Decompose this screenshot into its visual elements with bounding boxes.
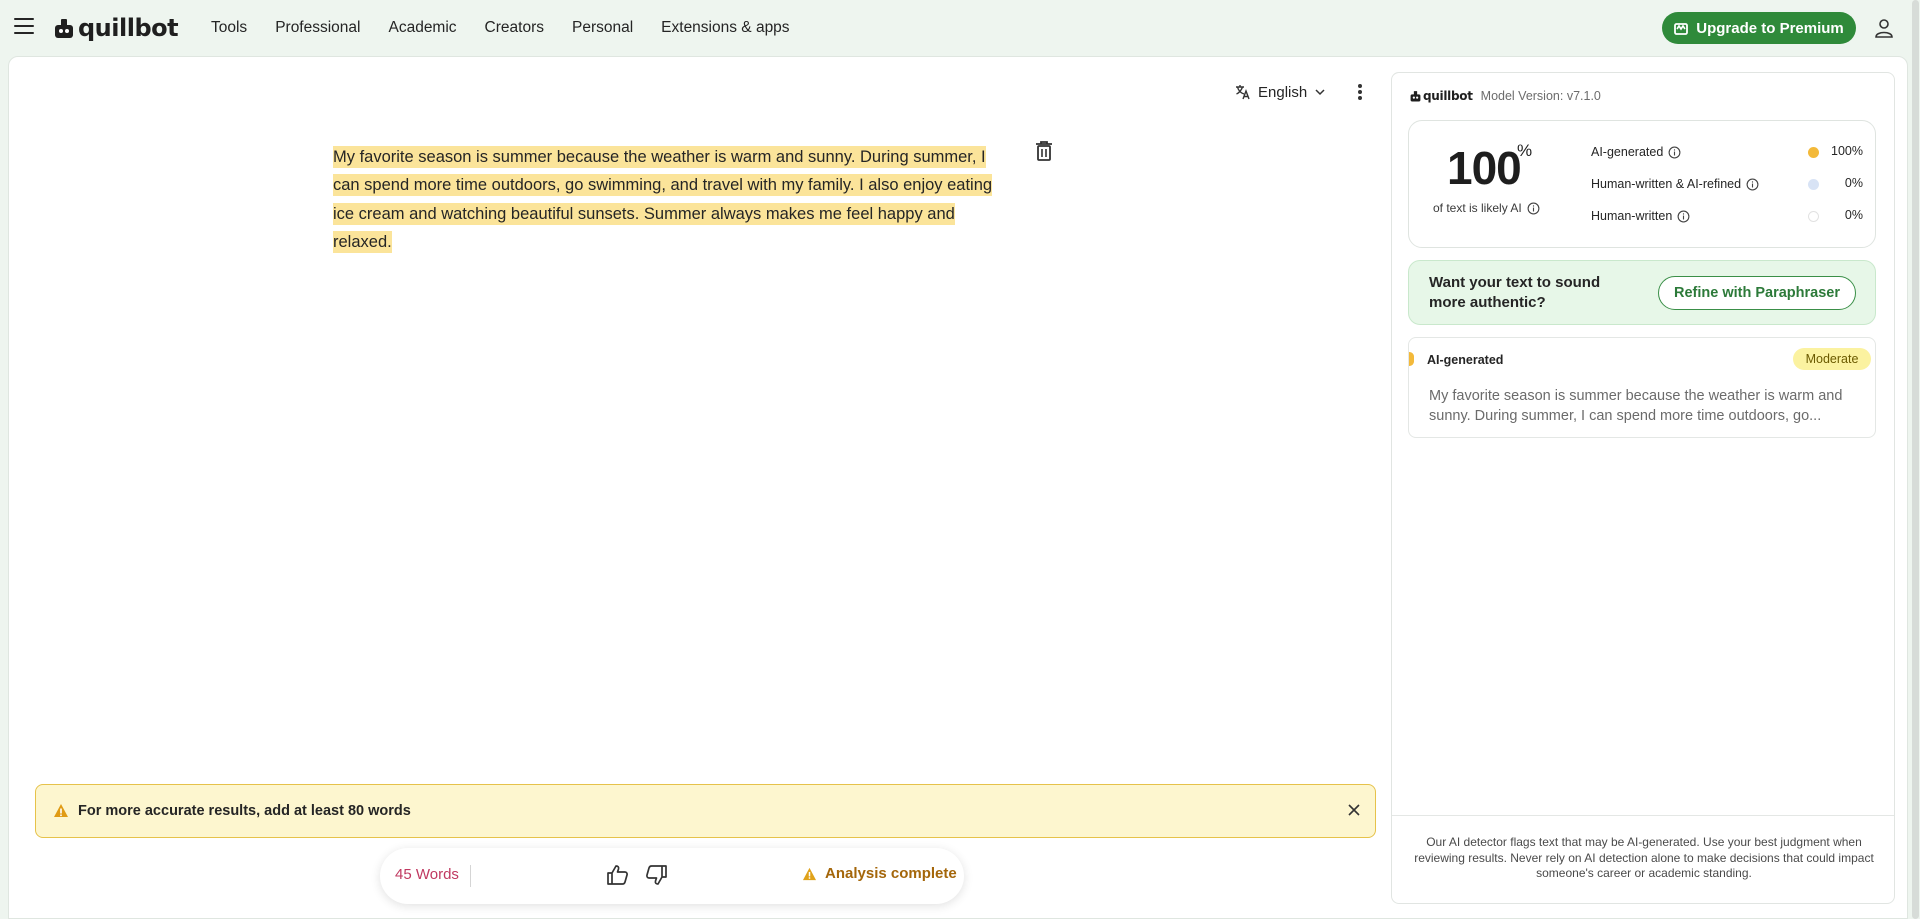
nav-professional[interactable]: Professional (275, 19, 360, 37)
nav-academic[interactable]: Academic (388, 19, 456, 37)
quillbot-logo[interactable]: quillbot (54, 14, 179, 42)
word-count-warning-banner: For more accurate results, add at least … (35, 784, 1376, 838)
human-written-dot (1808, 211, 1819, 222)
nav-extensions-apps[interactable]: Extensions & apps (661, 19, 789, 37)
breakdown-label: Human-written & AI-refined (1591, 177, 1742, 191)
quillbot-logo-icon (55, 19, 73, 38)
logo-text: quillbot (78, 14, 179, 42)
disclaimer-divider (1392, 815, 1894, 816)
model-version: Model Version: v7.1.0 (1480, 89, 1601, 103)
upgrade-to-premium-button[interactable]: Upgrade to Premium (1662, 12, 1856, 44)
breakdown-label: AI-generated (1591, 145, 1664, 159)
main-nav: Tools Professional Academic Creators Per… (211, 0, 818, 56)
crown-icon (1674, 22, 1689, 35)
ai-score-card: 100 % of text is likely AI AI-generated … (1408, 120, 1876, 248)
results-header: quillbot Model Version: v7.1.0 (1410, 89, 1601, 103)
refine-promo-card: Want your text to sound more authentic? … (1408, 260, 1876, 325)
input-text-area[interactable]: My favorite season is summer because the… (333, 143, 1009, 256)
segment-title: AI-generated (1427, 353, 1504, 367)
breakdown-human-written: Human-written 0% (1591, 207, 1863, 225)
info-icon[interactable] (1668, 146, 1681, 159)
word-count: 45 Words (395, 866, 459, 883)
quillbot-logo-icon (1410, 91, 1421, 102)
segment-excerpt: My favorite season is summer because the… (1429, 388, 1843, 424)
top-navigation-bar: quillbot Tools Professional Academic Cre… (0, 0, 1920, 56)
human-ai-refined-dot (1808, 179, 1819, 190)
user-icon[interactable] (1873, 17, 1895, 39)
language-selector[interactable]: English (1235, 80, 1326, 104)
ai-segment-card[interactable]: AI-generated Moderate My favorite season… (1408, 337, 1876, 438)
highlighted-ai-text: My favorite season is summer because the… (333, 146, 993, 253)
ai-score-value: 100 (1447, 142, 1522, 194)
info-icon[interactable] (1746, 178, 1759, 191)
breakdown-ai-generated: AI-generated 100% (1591, 143, 1863, 161)
trash-icon[interactable] (1035, 140, 1053, 162)
analysis-status-text: Analysis complete (825, 865, 957, 882)
refine-with-paraphraser-button[interactable]: Refine with Paraphraser (1658, 276, 1856, 310)
analysis-status: Analysis complete (802, 865, 957, 882)
ai-generated-dot (1808, 147, 1819, 158)
page-scrollbar[interactable] (1912, 0, 1919, 919)
ai-score-caption: of text is likely AI (1433, 201, 1540, 215)
ai-score-unit: % (1517, 141, 1533, 160)
thumbs-up-icon[interactable] (606, 863, 630, 887)
upgrade-label: Upgrade to Premium (1696, 19, 1844, 37)
language-label: English (1258, 83, 1308, 101)
more-vertical-icon[interactable] (1352, 82, 1368, 102)
translate-icon (1236, 85, 1250, 100)
disclaimer-text: Our AI detector flags text that may be A… (1414, 835, 1874, 880)
info-icon[interactable] (1677, 210, 1690, 223)
menu-icon[interactable] (14, 18, 34, 34)
breakdown-value: 0% (1844, 176, 1863, 190)
footer-divider (470, 865, 471, 887)
warning-text: For more accurate results, add at least … (78, 803, 411, 819)
results-brand: quillbot (1410, 89, 1473, 103)
chevron-down-icon (1315, 89, 1325, 96)
breakdown-value: 0% (1844, 208, 1863, 222)
refine-prompt: Want your text to sound more authentic? (1429, 274, 1601, 311)
breakdown-value: 100% (1831, 144, 1863, 158)
breakdown-human-ai-refined: Human-written & AI-refined 0% (1591, 175, 1863, 193)
warning-icon (54, 804, 68, 817)
editor-footer-bar: 45 Words Analysis complete (380, 848, 964, 904)
segment-color-marker (1409, 352, 1414, 366)
results-brand-text: quillbot (1423, 89, 1473, 103)
breakdown-label: Human-written (1591, 209, 1673, 223)
results-panel: quillbot Model Version: v7.1.0 100 % of … (1391, 72, 1895, 904)
nav-creators[interactable]: Creators (485, 19, 544, 37)
score-caption-text: of text is likely AI (1433, 201, 1522, 215)
confidence-badge: Moderate (1793, 348, 1871, 370)
thumbs-down-icon[interactable] (644, 863, 668, 887)
close-icon[interactable] (1347, 803, 1361, 817)
warning-icon (802, 867, 817, 880)
nav-personal[interactable]: Personal (572, 19, 633, 37)
info-icon[interactable] (1527, 202, 1540, 215)
nav-tools[interactable]: Tools (211, 19, 247, 37)
